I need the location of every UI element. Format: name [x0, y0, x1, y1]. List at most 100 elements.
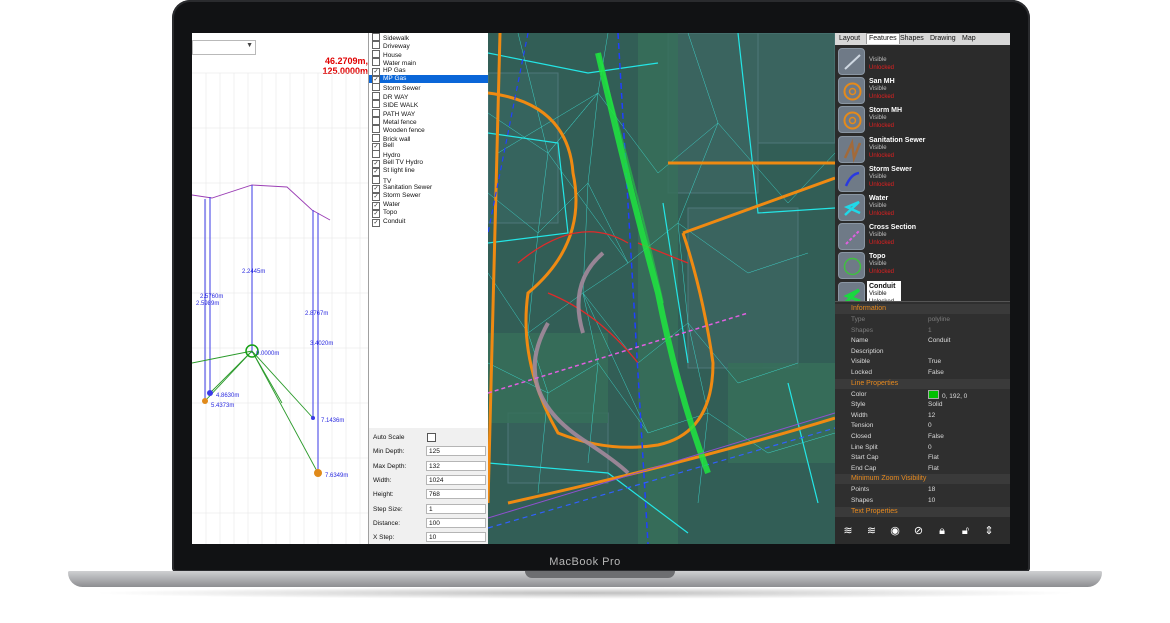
property-value[interactable]: 18 — [928, 485, 935, 496]
property-row[interactable]: Shapes 10 — [835, 496, 1010, 507]
tab-layout[interactable]: Layout — [837, 34, 862, 44]
layer-item[interactable]: Metal fence — [369, 116, 489, 126]
property-row[interactable]: Style Solid — [835, 400, 1010, 411]
tab-features[interactable]: Features — [866, 33, 900, 44]
layer-item[interactable]: ✓ HP Gas — [369, 67, 489, 76]
layer-checkbox[interactable] — [372, 41, 380, 50]
property-value[interactable]: polyline — [928, 315, 950, 326]
property-value[interactable]: 0 — [928, 421, 932, 432]
eye-icon[interactable]: ◉ — [888, 524, 902, 538]
param-input[interactable]: 10 — [426, 532, 486, 543]
layer-item[interactable]: TV — [369, 175, 489, 185]
property-section-header[interactable]: Minimum Zoom Visibility — [835, 474, 1010, 485]
layer-list[interactable]: Sidewalk Driveway House Water main ✓ HP Gas ✓ M… — [368, 33, 490, 428]
property-row[interactable]: Line Split 0 — [835, 443, 1010, 454]
tab-shapes[interactable]: Shapes — [898, 34, 926, 44]
property-row[interactable]: Locked False — [835, 368, 1010, 379]
layer-item[interactable]: Storm Sewer — [369, 83, 489, 92]
feature-item[interactable]: Sanitation Sewer Visible Unlocked — [837, 135, 1007, 164]
param-input[interactable]: 132 — [426, 460, 486, 471]
param-input[interactable]: 100 — [426, 517, 486, 528]
property-value[interactable]: Solid — [928, 400, 942, 411]
layer-checkbox[interactable] — [372, 133, 380, 142]
auto-scale-checkbox[interactable] — [427, 433, 436, 442]
feature-item[interactable]: Storm MH Visible Unlocked — [837, 105, 1007, 134]
layer-checkbox[interactable] — [372, 83, 380, 92]
layer-item[interactable]: Wooden fence — [369, 125, 489, 134]
property-row[interactable]: Points 18 — [835, 485, 1010, 496]
layer-item[interactable]: Brick wall — [369, 133, 489, 143]
layer-item[interactable]: ✓ Conduit — [369, 218, 489, 227]
layer-item[interactable]: SIDE WALK — [369, 100, 489, 109]
layer-item[interactable]: ✓ Bell — [369, 142, 489, 152]
eye-off-icon[interactable]: ⊘ — [912, 524, 926, 538]
layer-item[interactable]: ✓ Bell TV Hydro — [369, 159, 489, 168]
feature-item[interactable]: Cross Section Visible Unlocked — [837, 222, 1007, 251]
layer-checkbox[interactable] — [372, 91, 380, 100]
feature-item[interactable]: Water Visible Unlocked — [837, 193, 1007, 222]
layer-checkbox[interactable] — [372, 58, 380, 67]
layer-checkbox[interactable] — [372, 33, 380, 41]
property-value[interactable]: False — [928, 432, 944, 443]
property-value[interactable]: 0 — [928, 443, 932, 454]
property-value[interactable]: 12 — [928, 411, 935, 422]
unlock-icon[interactable]: 🔓︎ — [959, 524, 973, 538]
layer-item[interactable]: ✓ Topo — [369, 209, 489, 219]
property-row[interactable]: Start Cap Flat — [835, 453, 1010, 464]
layer-item[interactable]: House — [369, 49, 489, 59]
layer-checkbox[interactable]: ✓ — [372, 218, 380, 227]
param-input[interactable]: 1024 — [426, 474, 486, 485]
property-section-header[interactable]: Line Properties — [835, 378, 1010, 389]
layer-item[interactable]: ✓ Water — [369, 201, 489, 210]
layer-item[interactable]: ✓ MP Gas — [369, 74, 489, 84]
tab-map[interactable]: Map — [960, 34, 978, 44]
layer-item[interactable]: ✓ Sanitation Sewer — [369, 184, 489, 194]
lock-icon[interactable]: 🔒︎ — [935, 524, 949, 538]
property-value[interactable]: Conduit — [928, 336, 950, 347]
color-swatch[interactable] — [928, 389, 939, 399]
feature-item[interactable]: Storm Sewer Visible Unlocked — [837, 164, 1007, 193]
param-input[interactable]: 125 — [426, 446, 486, 457]
tab-drawing[interactable]: Drawing — [928, 34, 958, 44]
layers-down-icon[interactable]: ≋ — [865, 524, 879, 538]
feature-item[interactable]: Topo Visible Unlocked — [837, 251, 1007, 280]
layer-checkbox[interactable] — [372, 116, 380, 125]
property-row[interactable]: Shapes 1 — [835, 326, 1010, 337]
feature-item[interactable]: Visible Unlocked — [837, 47, 1007, 76]
property-row[interactable]: Tension 0 — [835, 421, 1010, 432]
property-value[interactable]: True — [928, 357, 941, 368]
property-value[interactable]: 1 — [928, 326, 932, 337]
layer-item[interactable]: ✓ St light line — [369, 167, 489, 177]
layer-item[interactable]: Sidewalk — [369, 33, 489, 42]
profile-view[interactable]: ▼ 46.2709m, 125.0000m 2.2445m 2.5760m 2.… — [192, 33, 368, 544]
property-row[interactable]: End Cap Flat — [835, 464, 1010, 475]
layer-item[interactable]: Hydro — [369, 150, 489, 159]
property-row[interactable]: Name Conduit — [835, 336, 1010, 347]
property-row[interactable]: Width 12 — [835, 411, 1010, 422]
layer-checkbox[interactable] — [372, 175, 380, 184]
param-input[interactable]: 1 — [426, 503, 486, 514]
layer-checkbox[interactable] — [372, 125, 380, 134]
property-row[interactable]: Color 0, 192, 0 — [835, 389, 1010, 401]
layer-checkbox[interactable] — [372, 108, 380, 117]
layer-item[interactable]: PATH WAY — [369, 108, 489, 118]
property-value[interactable]: 10 — [928, 496, 935, 507]
feature-item[interactable]: San MH Visible Unlocked — [837, 76, 1007, 105]
layer-item[interactable]: Water main — [369, 58, 489, 67]
property-row[interactable]: Closed False — [835, 432, 1010, 443]
property-row[interactable]: Type polyline — [835, 315, 1010, 326]
map-canvas[interactable] — [488, 33, 835, 544]
layers-up-icon[interactable]: ≋ — [841, 524, 855, 538]
property-value[interactable]: False — [928, 368, 944, 379]
layer-item[interactable]: DR WAY — [369, 91, 489, 101]
property-value[interactable]: Flat — [928, 453, 939, 464]
map-view[interactable] — [488, 33, 835, 544]
layer-checkbox[interactable] — [372, 150, 380, 159]
property-section-header[interactable]: Text Properties — [835, 506, 1010, 517]
move-vertical-icon[interactable]: ⇕ — [982, 524, 996, 538]
property-row[interactable]: Description — [835, 347, 1010, 358]
param-input[interactable]: 768 — [426, 489, 486, 500]
layer-item[interactable]: ✓ Storm Sewer — [369, 192, 489, 202]
layer-checkbox[interactable] — [372, 49, 380, 58]
property-section-header[interactable]: Information — [835, 304, 1010, 314]
